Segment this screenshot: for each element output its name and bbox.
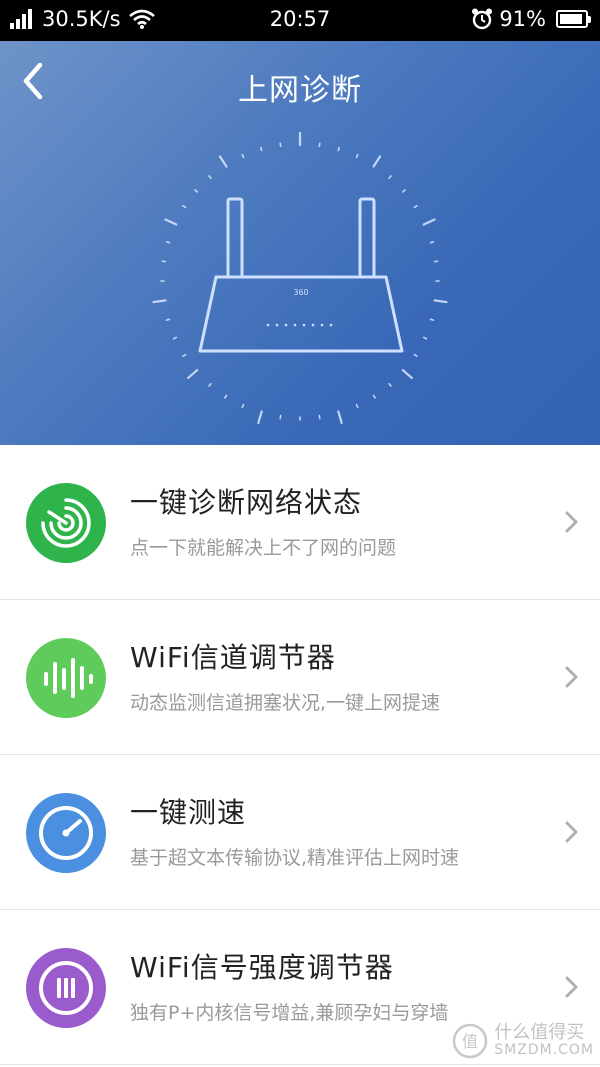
chevron-right-icon (565, 976, 578, 998)
speedometer-icon (39, 806, 93, 860)
dial-tick (187, 368, 199, 380)
tool-list: 一键诊断网络状态 点一下就能解决上不了网的问题 WiFi信道调节器 动态监测信道… (0, 445, 600, 1065)
dial-tick (422, 218, 436, 226)
hero-banner: 上网诊断 360 (0, 41, 600, 445)
item-icon-circle (26, 793, 106, 873)
sound-bars-icon (44, 658, 93, 698)
dial-tick (208, 175, 212, 180)
watermark-cn: 什么值得买 (494, 1022, 585, 1044)
item-icon-circle (26, 948, 106, 1028)
item-subtitle: 独有P+内核信号增益,兼顾孕妇与穿墙 (130, 1002, 449, 1024)
status-bar: 30.5K/s 20:57 91% (0, 0, 600, 41)
battery-level (560, 14, 582, 24)
dial-tick (433, 299, 448, 304)
dial-tick (172, 336, 178, 340)
dial-tick (208, 382, 212, 387)
dial-tick (257, 410, 263, 425)
item-subtitle: 动态监测信道拥塞状况,一键上网提速 (130, 692, 441, 714)
svg-text:值: 值 (462, 1032, 478, 1051)
dial-tick (429, 241, 435, 244)
dial-tick (388, 382, 392, 387)
chevron-right-icon (565, 821, 578, 843)
dial-tick (372, 155, 382, 168)
item-title: 一键诊断网络状态 (130, 486, 363, 519)
dial-tick (182, 205, 187, 209)
dial-tick (224, 394, 228, 399)
dial-tick (337, 410, 343, 425)
chevron-right-icon (565, 666, 578, 688)
item-title: WiFi信道调节器 (130, 641, 336, 674)
page-title: 上网诊断 (238, 73, 362, 108)
dial-tick (152, 299, 167, 304)
alarm-icon (472, 8, 493, 30)
item-subtitle: 点一下就能解决上不了网的问题 (130, 537, 397, 559)
watermark: 值 什么值得买 SMZDM.COM (452, 1023, 594, 1059)
dial-tick (413, 353, 418, 357)
dial-tick (194, 189, 199, 193)
dial-tick (165, 318, 171, 321)
signal-strength-icon (39, 961, 93, 1015)
dial-tick (429, 318, 435, 321)
dial-tick (401, 368, 413, 380)
item-icon-circle (26, 483, 106, 563)
dial-tick (355, 153, 359, 159)
dial-tick (388, 175, 392, 180)
dial-tick (182, 353, 187, 357)
dial-tick (422, 336, 428, 340)
list-item-diagnose[interactable]: 一键诊断网络状态 点一下就能解决上不了网的问题 (0, 445, 600, 600)
radar-icon (41, 498, 91, 548)
dial-tick (218, 155, 228, 168)
router-brand: 360 (293, 288, 308, 297)
chevron-right-icon (565, 511, 578, 533)
dial-tick (164, 218, 178, 226)
item-icon-circle (26, 638, 106, 718)
watermark-en: SMZDM.COM (494, 1042, 594, 1059)
dial-tick (337, 146, 340, 152)
dial-tick (260, 146, 263, 152)
item-title: 一键测速 (130, 796, 247, 829)
dial-tick (413, 205, 418, 209)
item-title: WiFi信号强度调节器 (130, 951, 394, 984)
smzdm-logo-icon: 值 (453, 1023, 488, 1059)
dial-tick (355, 403, 359, 409)
dial-tick (241, 403, 245, 409)
dial-tick (401, 189, 406, 193)
dial-tick (241, 153, 245, 159)
list-item-channel-adjuster[interactable]: WiFi信道调节器 动态监测信道拥塞状况,一键上网提速 (0, 600, 600, 755)
battery-percent: 91% (499, 7, 546, 31)
item-subtitle: 基于超文本传输协议,精准评估上网时速 (130, 847, 460, 869)
dial-tick (372, 394, 376, 399)
battery-icon (556, 10, 591, 28)
list-item-speed-test[interactable]: 一键测速 基于超文本传输协议,精准评估上网时速 (0, 755, 600, 910)
router-icon: 360 (152, 131, 448, 425)
dial-tick (165, 241, 171, 244)
